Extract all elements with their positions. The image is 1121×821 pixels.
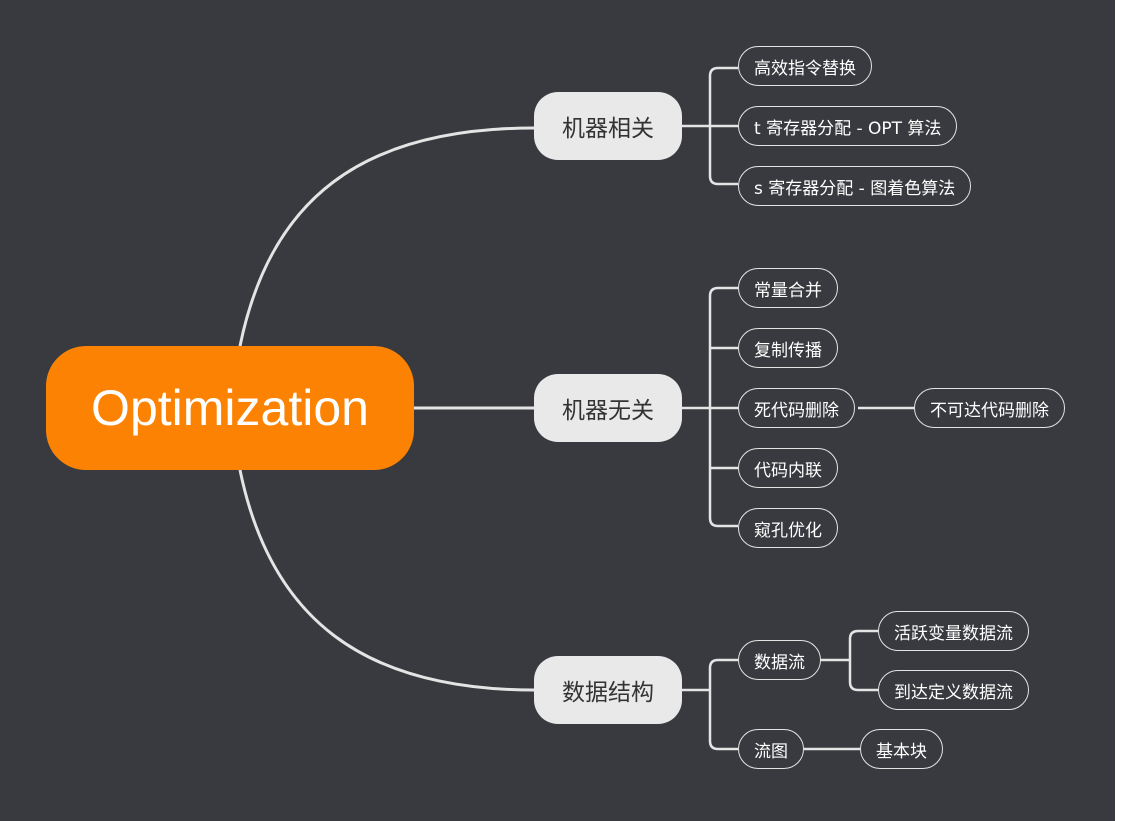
leaf-label: 到达定义数据流 — [894, 682, 1013, 703]
leaf-node-reaching-definition-dataflow[interactable]: 到达定义数据流 — [878, 670, 1029, 710]
leaf-label: 复制传播 — [754, 340, 822, 361]
leaf-label: 数据流 — [754, 652, 805, 673]
mind-map-canvas: Optimization 机器相关 机器无关 数据结构 高效指令替换 t 寄存器… — [0, 0, 1115, 821]
leaf-node-unreachable-code-elimination[interactable]: 不可达代码删除 — [914, 388, 1065, 428]
leaf-label: 活跃变量数据流 — [894, 623, 1013, 644]
root-label: Optimization — [91, 380, 369, 436]
branch-node-machine-dependent[interactable]: 机器相关 — [534, 92, 682, 160]
connector-root-branch-3 — [238, 469, 535, 692]
leaf-label: t 寄存器分配 - OPT 算法 — [754, 118, 942, 139]
connector-root-branch-1 — [238, 126, 535, 347]
leaf-node-s-register-allocation[interactable]: s 寄存器分配 - 图着色算法 — [738, 166, 972, 206]
leaf-label: 不可达代码删除 — [930, 400, 1049, 421]
leaf-node-code-inlining[interactable]: 代码内联 — [738, 448, 838, 488]
branch-label: 数据结构 — [562, 680, 654, 706]
leaf-node-peephole-optimization[interactable]: 窥孔优化 — [738, 508, 838, 548]
leaf-node-t-register-allocation[interactable]: t 寄存器分配 - OPT 算法 — [738, 106, 958, 146]
leaf-node-copy-propagation[interactable]: 复制传播 — [738, 328, 838, 368]
branch-node-machine-independent[interactable]: 机器无关 — [534, 374, 682, 442]
leaf-node-efficient-instruction[interactable]: 高效指令替换 — [738, 46, 872, 86]
leaf-label: 常量合并 — [754, 280, 822, 301]
leaf-node-dead-code-elimination[interactable]: 死代码删除 — [738, 388, 855, 428]
branch-label: 机器无关 — [562, 398, 654, 424]
leaf-node-constant-folding[interactable]: 常量合并 — [738, 268, 838, 308]
leaf-label: 流图 — [754, 741, 788, 762]
leaf-label: 代码内联 — [754, 460, 822, 481]
branch-node-data-structures[interactable]: 数据结构 — [534, 656, 682, 724]
leaf-label: 死代码删除 — [754, 400, 839, 421]
leaf-label: 高效指令替换 — [754, 58, 856, 79]
root-node[interactable]: Optimization — [46, 346, 414, 470]
connector-dataflow-children — [820, 629, 878, 692]
leaf-node-flow-graph[interactable]: 流图 — [738, 729, 804, 769]
branch-label: 机器相关 — [562, 116, 654, 142]
leaf-node-basic-block[interactable]: 基本块 — [860, 729, 943, 769]
leaf-node-dataflow[interactable]: 数据流 — [738, 640, 821, 680]
leaf-label: s 寄存器分配 - 图着色算法 — [754, 178, 956, 199]
connector-branch-1-children — [682, 66, 738, 186]
leaf-label: 窥孔优化 — [754, 520, 822, 541]
connector-branch-3-children — [682, 658, 738, 751]
leaf-node-live-variable-dataflow[interactable]: 活跃变量数据流 — [878, 611, 1029, 651]
leaf-label: 基本块 — [876, 741, 927, 762]
connector-branch-2-children — [682, 286, 738, 528]
